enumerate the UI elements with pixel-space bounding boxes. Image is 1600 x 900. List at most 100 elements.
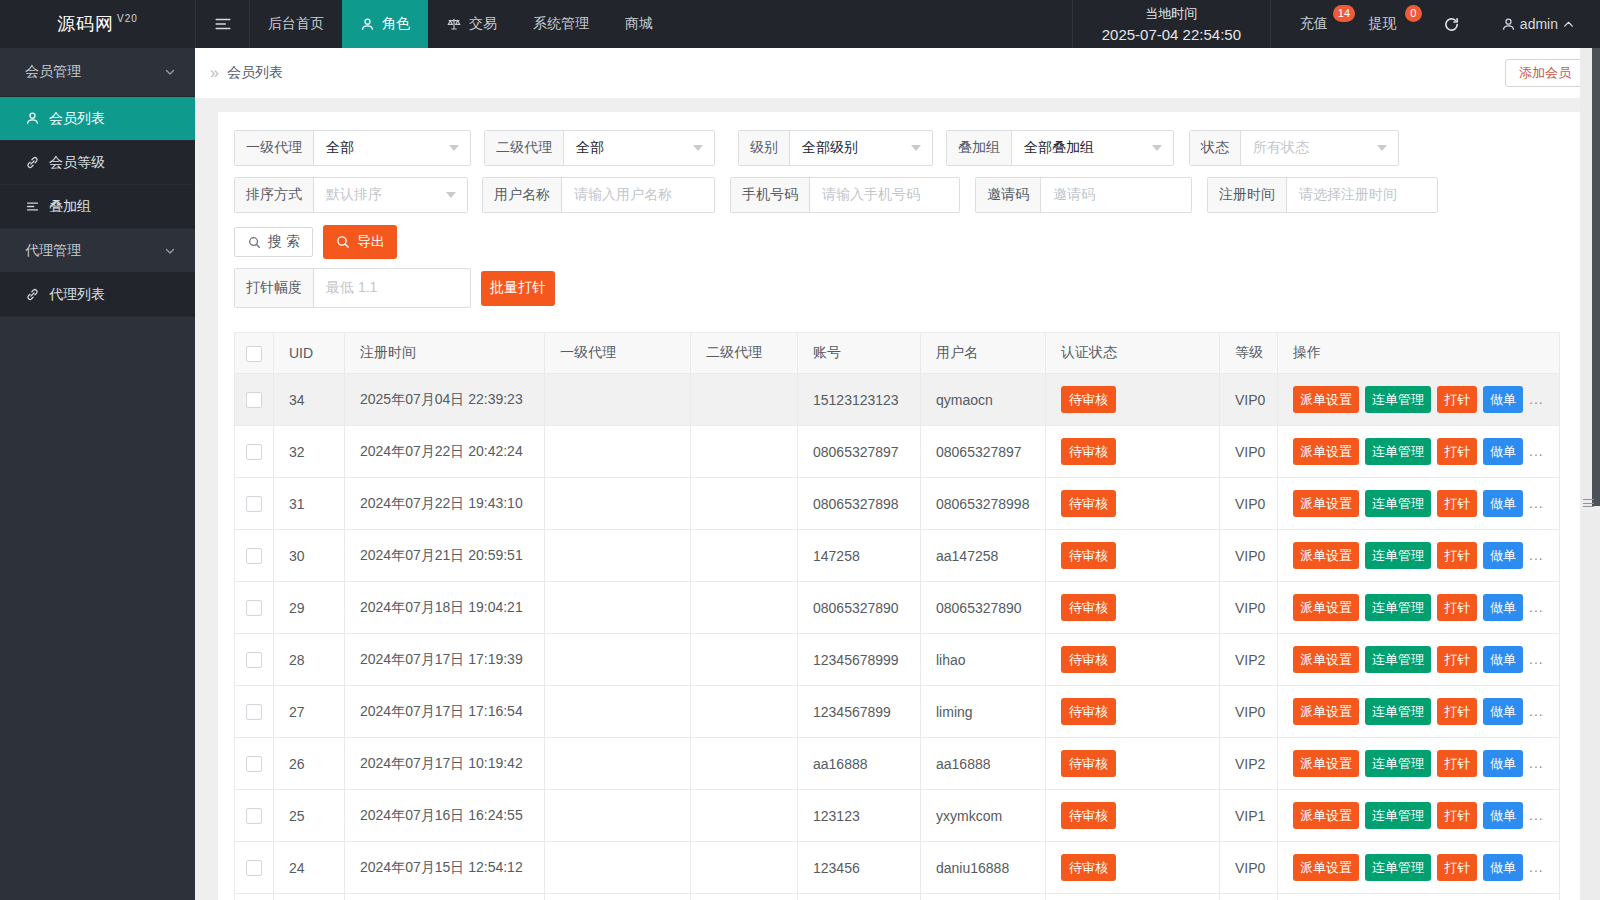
sidebar-toggle-button[interactable] <box>195 0 250 48</box>
filter-select[interactable]: 所有状态 <box>1241 131 1398 165</box>
sidebar-group-2[interactable]: 代理管理 <box>0 229 195 273</box>
app-logo[interactable]: 源码网V20 <box>0 0 195 48</box>
scrollbar-track[interactable] <box>1580 48 1600 900</box>
action-button[interactable]: 连单管理 <box>1365 594 1431 621</box>
action-button[interactable]: 连单管理 <box>1365 646 1431 673</box>
filter-select[interactable]: 全部叠加组 <box>1012 131 1173 165</box>
filter-select[interactable]: 全部 <box>564 131 714 165</box>
action-button[interactable]: 做单 <box>1483 698 1523 725</box>
action-button[interactable]: 派单设置 <box>1293 802 1359 829</box>
filter-input[interactable]: 请输入手机号码 <box>810 178 959 212</box>
row-checkbox[interactable] <box>246 496 262 512</box>
recharge-nav-item[interactable]: 充值 14 <box>1300 0 1361 48</box>
action-button[interactable]: 做单 <box>1483 854 1523 881</box>
user-menu[interactable]: admin <box>1476 0 1600 48</box>
search-button[interactable]: 搜 索 <box>234 227 313 257</box>
withdraw-nav-item[interactable]: 提现 0 <box>1369 0 1421 48</box>
more-actions-button[interactable]: ... <box>1529 807 1544 823</box>
row-checkbox[interactable] <box>246 444 262 460</box>
action-button[interactable]: 派单设置 <box>1293 490 1359 517</box>
row-checkbox[interactable] <box>246 652 262 668</box>
select-all-checkbox[interactable] <box>246 346 262 362</box>
action-button[interactable]: 打针 <box>1437 750 1477 777</box>
action-button[interactable]: 派单设置 <box>1293 750 1359 777</box>
action-button[interactable]: 打针 <box>1437 542 1477 569</box>
action-button[interactable]: 打针 <box>1437 698 1477 725</box>
action-button[interactable]: 派单设置 <box>1293 646 1359 673</box>
sidebar-item-1-1[interactable]: 会员列表 <box>0 97 195 141</box>
filter-label: 叠加组 <box>947 131 1012 165</box>
action-button[interactable]: 做单 <box>1483 386 1523 413</box>
action-button[interactable]: 打针 <box>1437 854 1477 881</box>
cell-username: liming <box>921 686 1046 738</box>
refresh-button[interactable] <box>1427 0 1476 48</box>
action-button[interactable]: 打针 <box>1437 386 1477 413</box>
action-button[interactable]: 派单设置 <box>1293 386 1359 413</box>
more-actions-button[interactable]: ... <box>1529 651 1544 667</box>
scrollbar-thumb[interactable] <box>1592 48 1600 506</box>
more-actions-button[interactable]: ... <box>1529 755 1544 771</box>
filter-input[interactable]: 邀请码 <box>1041 178 1191 212</box>
sidebar-item-2-1[interactable]: 代理列表 <box>0 273 195 317</box>
action-button[interactable]: 做单 <box>1483 438 1523 465</box>
action-button[interactable]: 连单管理 <box>1365 698 1431 725</box>
action-button[interactable]: 做单 <box>1483 594 1523 621</box>
row-checkbox[interactable] <box>246 392 262 408</box>
add-member-button[interactable]: 添加会员 <box>1505 59 1585 87</box>
action-button[interactable]: 派单设置 <box>1293 854 1359 881</box>
row-checkbox[interactable] <box>246 756 262 772</box>
action-button[interactable]: 打针 <box>1437 646 1477 673</box>
filter-select[interactable]: 全部 <box>314 131 470 165</box>
row-checkbox[interactable] <box>246 860 262 876</box>
action-button[interactable]: 做单 <box>1483 750 1523 777</box>
action-button[interactable]: 做单 <box>1483 542 1523 569</box>
more-actions-button[interactable]: ... <box>1529 391 1544 407</box>
action-button[interactable]: 打针 <box>1437 594 1477 621</box>
batch-inject-button[interactable]: 批量打针 <box>481 271 555 306</box>
inject-range-input[interactable]: 最低 1.1 <box>314 269 470 307</box>
action-button[interactable]: 连单管理 <box>1365 750 1431 777</box>
row-checkbox[interactable] <box>246 704 262 720</box>
action-button[interactable]: 打针 <box>1437 490 1477 517</box>
nav-item-3[interactable]: 交易 <box>428 0 515 48</box>
more-actions-button[interactable]: ... <box>1529 495 1544 511</box>
filter-input[interactable]: 请输入用户名称 <box>562 178 714 212</box>
cell-agent1 <box>545 426 691 478</box>
action-button[interactable]: 连单管理 <box>1365 386 1431 413</box>
nav-item-2[interactable]: 角色 <box>342 0 428 48</box>
action-button[interactable]: 连单管理 <box>1365 542 1431 569</box>
action-button[interactable]: 做单 <box>1483 646 1523 673</box>
nav-item-1[interactable]: 后台首页 <box>250 0 342 48</box>
row-checkbox[interactable] <box>246 808 262 824</box>
sidebar-item-1-3[interactable]: 叠加组 <box>0 185 195 229</box>
more-actions-button[interactable]: ... <box>1529 703 1544 719</box>
sidebar-item-1-2[interactable]: 会员等级 <box>0 141 195 185</box>
action-button[interactable]: 做单 <box>1483 802 1523 829</box>
action-button[interactable]: 连单管理 <box>1365 490 1431 517</box>
action-button[interactable]: 打针 <box>1437 438 1477 465</box>
filter-select[interactable]: 默认排序 <box>314 178 467 212</box>
more-actions-button[interactable]: ... <box>1529 859 1544 875</box>
action-button[interactable]: 打针 <box>1437 802 1477 829</box>
filter-select[interactable]: 全部级别 <box>790 131 932 165</box>
nav-item-label: 交易 <box>469 15 497 33</box>
action-button[interactable]: 派单设置 <box>1293 438 1359 465</box>
more-actions-button[interactable]: ... <box>1529 443 1544 459</box>
action-button[interactable]: 派单设置 <box>1293 542 1359 569</box>
cell-reg-time: 2024年07月16日 16:24:55 <box>345 790 545 842</box>
export-button[interactable]: 导出 <box>323 225 397 259</box>
more-actions-button[interactable]: ... <box>1529 599 1544 615</box>
action-button[interactable]: 派单设置 <box>1293 594 1359 621</box>
filter-input[interactable]: 请选择注册时间 <box>1287 178 1437 212</box>
nav-item-4[interactable]: 系统管理 <box>515 0 607 48</box>
nav-item-5[interactable]: 商城 <box>607 0 671 48</box>
action-button[interactable]: 连单管理 <box>1365 854 1431 881</box>
action-button[interactable]: 连单管理 <box>1365 802 1431 829</box>
sidebar-group-1[interactable]: 会员管理 <box>0 48 195 97</box>
row-checkbox[interactable] <box>246 600 262 616</box>
row-checkbox[interactable] <box>246 548 262 564</box>
action-button[interactable]: 连单管理 <box>1365 438 1431 465</box>
more-actions-button[interactable]: ... <box>1529 547 1544 563</box>
action-button[interactable]: 派单设置 <box>1293 698 1359 725</box>
action-button[interactable]: 做单 <box>1483 490 1523 517</box>
